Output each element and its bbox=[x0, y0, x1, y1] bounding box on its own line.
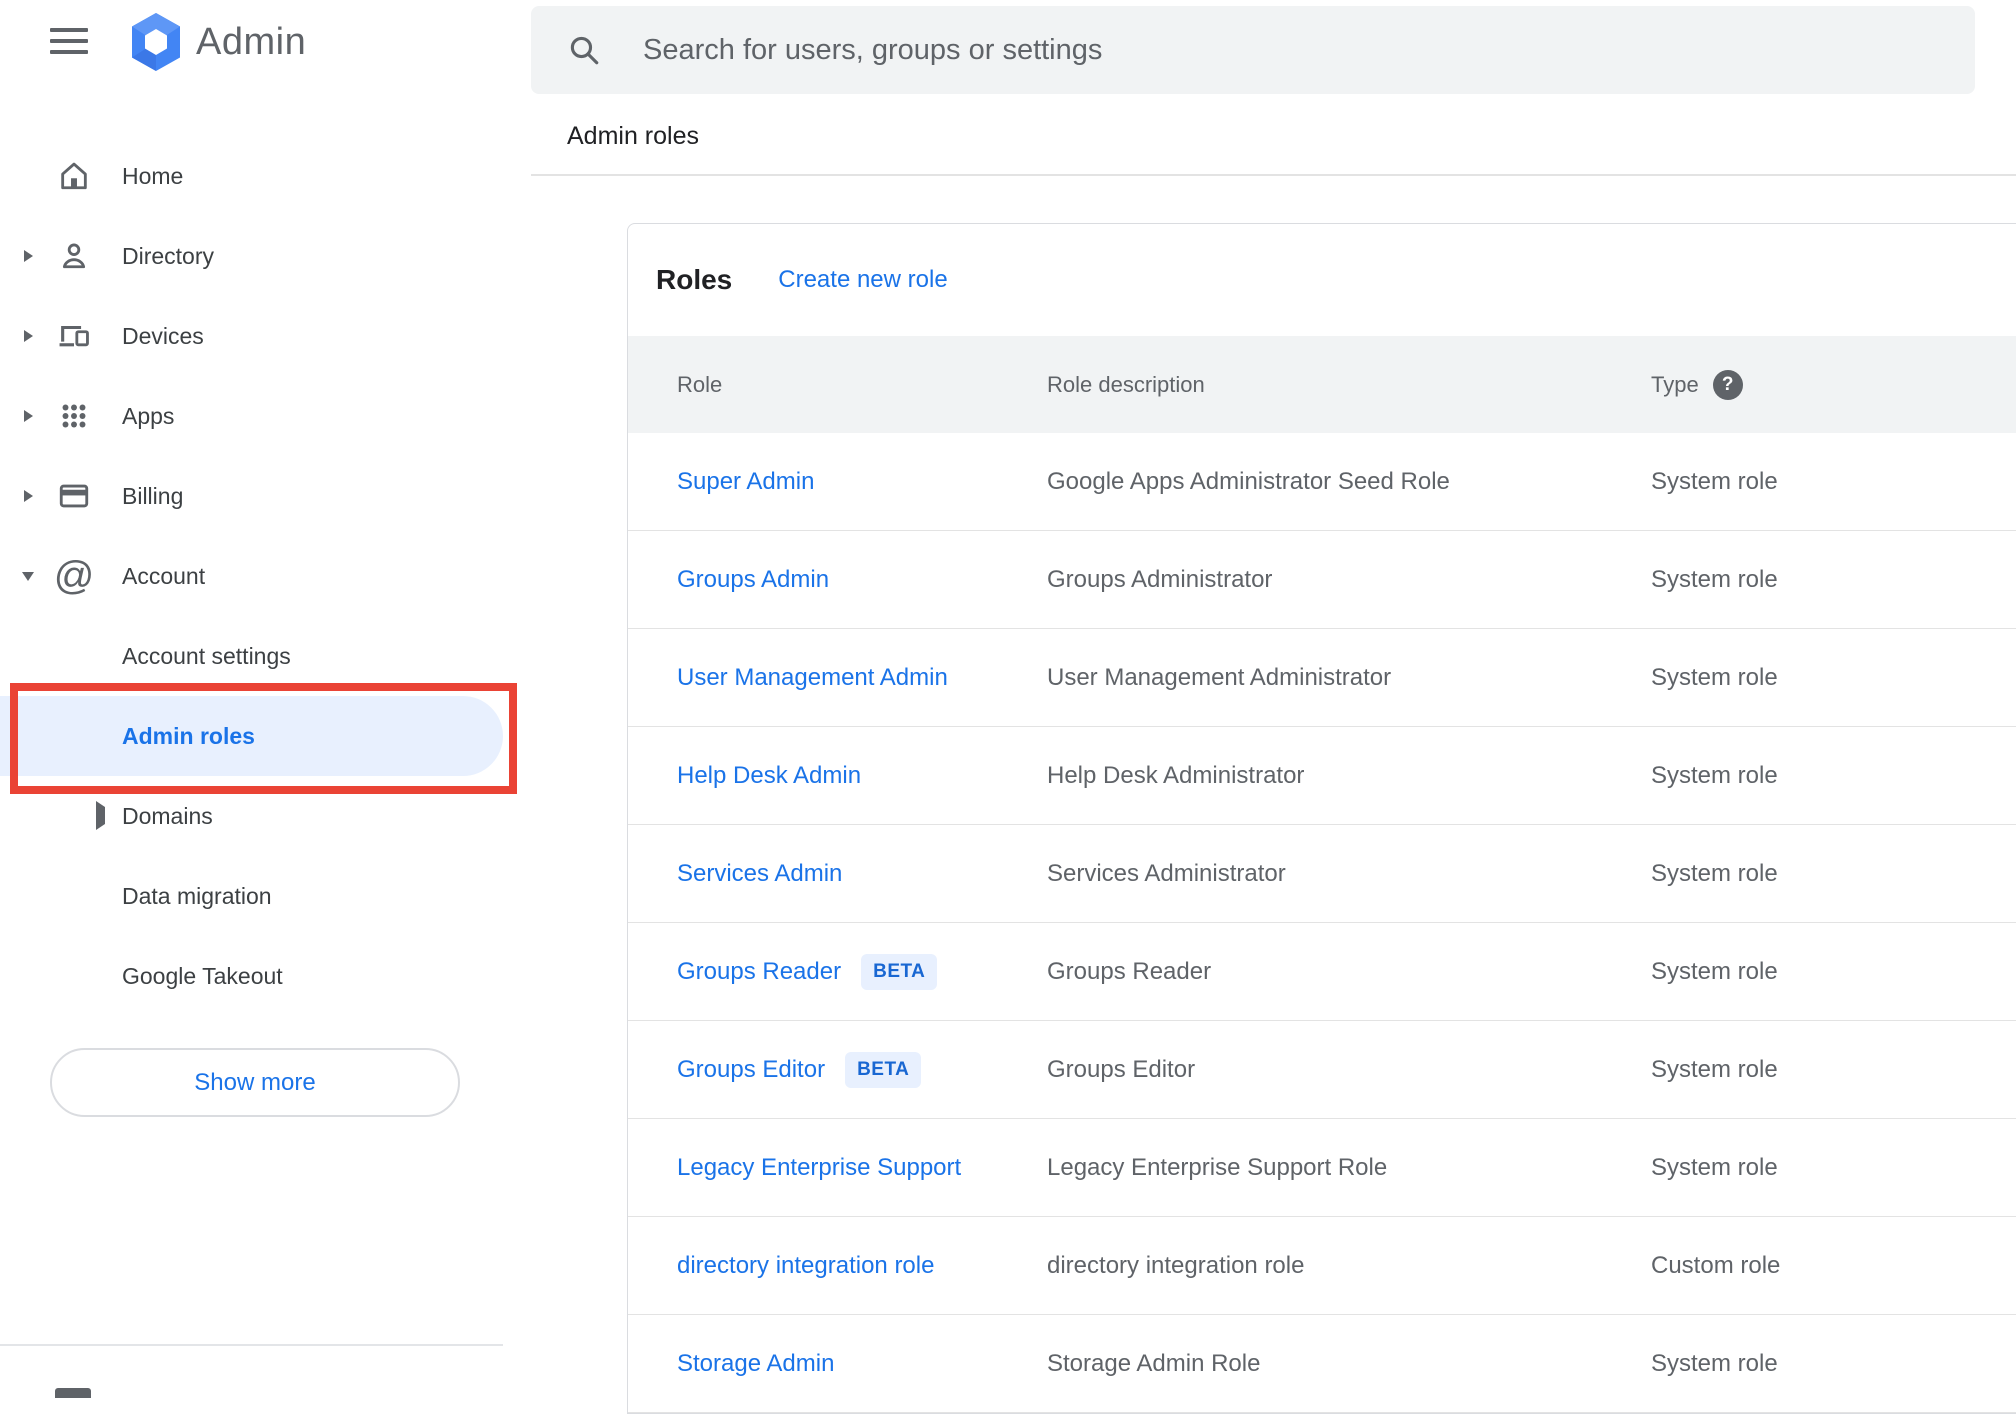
role-type: System role bbox=[1651, 663, 1778, 691]
breadcrumb: Admin roles bbox=[567, 122, 699, 150]
beta-badge: BETA bbox=[845, 1051, 922, 1088]
sidebar-item-label: Account settings bbox=[122, 642, 291, 669]
table-row: User Management Admin User Management Ad… bbox=[628, 629, 2016, 727]
chevron-right-icon[interactable] bbox=[16, 250, 40, 262]
sidebar-nav: Home Directory Devices Apps Billing @ Ac… bbox=[0, 136, 531, 1016]
sidebar-item-label: Admin roles bbox=[122, 722, 255, 749]
chevron-right-icon[interactable] bbox=[16, 330, 40, 342]
roles-title: Roles bbox=[656, 264, 733, 295]
role-type: System role bbox=[1651, 467, 1778, 495]
role-type: System role bbox=[1651, 859, 1778, 887]
sidebar-divider bbox=[0, 1344, 503, 1346]
sidebar-item-apps[interactable]: Apps bbox=[0, 376, 503, 456]
role-link[interactable]: Legacy Enterprise Support bbox=[677, 1154, 961, 1182]
credit-card-icon bbox=[54, 476, 94, 516]
sidebar-item-directory[interactable]: Directory bbox=[0, 216, 503, 296]
column-header-role: Role bbox=[677, 371, 723, 397]
role-link[interactable]: Groups Admin bbox=[677, 566, 829, 594]
table-row: Storage Admin Storage Admin Role System … bbox=[628, 1315, 2016, 1413]
sidebar-item-label: Google Takeout bbox=[122, 962, 283, 989]
sidebar-item-domains[interactable]: Domains bbox=[0, 776, 503, 856]
sidebar-item-account[interactable]: @ Account bbox=[0, 536, 503, 616]
roles-card: Roles Create new role Role Role descript… bbox=[627, 223, 2016, 1414]
role-description: Storage Admin Role bbox=[1047, 1349, 1261, 1377]
sidebar-item-label: Devices bbox=[122, 322, 204, 349]
logo-product-name: Admin bbox=[196, 20, 307, 63]
role-link[interactable]: Groups Editor bbox=[677, 1056, 825, 1084]
role-description: Google Apps Administrator Seed Role bbox=[1047, 467, 1450, 495]
at-sign-icon: @ bbox=[53, 554, 95, 598]
role-link[interactable]: Super Admin bbox=[677, 468, 814, 496]
search-bar[interactable] bbox=[531, 6, 1975, 94]
admin-logo: Admin bbox=[128, 12, 306, 72]
show-more-button[interactable]: Show more bbox=[50, 1048, 460, 1117]
table-row: Services Admin Services Administrator Sy… bbox=[628, 825, 2016, 923]
role-link[interactable]: Groups Reader bbox=[677, 958, 841, 986]
chevron-right-icon[interactable] bbox=[16, 410, 40, 422]
table-row: Super Admin Google Apps Administrator Se… bbox=[628, 433, 2016, 531]
role-link[interactable]: directory integration role bbox=[677, 1252, 934, 1280]
role-type: Custom role bbox=[1651, 1251, 1781, 1279]
admin-logo-icon bbox=[132, 13, 180, 71]
role-type: System role bbox=[1651, 1055, 1778, 1083]
home-icon bbox=[54, 156, 94, 196]
sidebar-item-label: Apps bbox=[122, 402, 175, 429]
table-row: Groups Editor BETA Groups Editor System r… bbox=[628, 1021, 2016, 1119]
devices-icon bbox=[54, 316, 94, 356]
sidebar-item-label: Domains bbox=[122, 802, 213, 829]
hamburger-menu-icon[interactable] bbox=[50, 28, 88, 54]
chevron-right-icon[interactable] bbox=[16, 490, 40, 502]
sidebar-item-google-takeout[interactable]: Google Takeout bbox=[0, 936, 503, 1016]
role-description: directory integration role bbox=[1047, 1251, 1305, 1279]
role-type: System role bbox=[1651, 1153, 1778, 1181]
sidebar-item-label: Billing bbox=[122, 482, 184, 509]
sidebar-item-billing[interactable]: Billing bbox=[0, 456, 503, 536]
sidebar-item-admin-roles[interactable]: Admin roles bbox=[0, 696, 503, 776]
table-row: directory integration role directory int… bbox=[628, 1217, 2016, 1315]
table-row: Groups Admin Groups Administrator System… bbox=[628, 531, 2016, 629]
role-type: System role bbox=[1651, 1349, 1778, 1377]
role-description: Legacy Enterprise Support Role bbox=[1047, 1153, 1388, 1181]
table-row: Groups Reader BETA Groups Reader System r… bbox=[628, 923, 2016, 1021]
truncated-sidebar-icon bbox=[55, 1388, 91, 1398]
search-input[interactable] bbox=[643, 33, 1843, 67]
roles-card-header: Roles Create new role bbox=[628, 224, 2016, 336]
role-link[interactable]: Storage Admin bbox=[677, 1350, 834, 1378]
role-link[interactable]: Services Admin bbox=[677, 860, 842, 888]
role-description: Groups Administrator bbox=[1047, 565, 1273, 593]
table-row: Help Desk Admin Help Desk Administrator … bbox=[628, 727, 2016, 825]
sidebar-item-account-settings[interactable]: Account settings bbox=[0, 616, 503, 696]
table-row: Legacy Enterprise Support Legacy Enterpr… bbox=[628, 1119, 2016, 1217]
sidebar-item-label: Account bbox=[122, 562, 206, 589]
column-header-type: Type bbox=[1651, 371, 1699, 397]
help-icon[interactable]: ? bbox=[1712, 369, 1743, 400]
role-description: Services Administrator bbox=[1047, 859, 1286, 887]
sidebar-item-home[interactable]: Home bbox=[0, 136, 503, 216]
role-link[interactable]: Help Desk Admin bbox=[677, 762, 861, 790]
column-header-role-description: Role description bbox=[1047, 371, 1205, 397]
beta-badge: BETA bbox=[861, 953, 938, 990]
role-description: Groups Editor bbox=[1047, 1055, 1196, 1083]
table-header-row: Role Role description Type ? bbox=[628, 336, 2016, 433]
chevron-right-icon[interactable] bbox=[96, 801, 105, 830]
role-description: Help Desk Administrator bbox=[1047, 761, 1305, 789]
sidebar-item-label: Directory bbox=[122, 242, 215, 269]
role-type: System role bbox=[1651, 957, 1778, 985]
apps-grid-icon bbox=[54, 396, 94, 436]
sidebar-item-label: Home bbox=[122, 162, 184, 189]
create-new-role-link[interactable]: Create new role bbox=[778, 266, 947, 294]
header-divider bbox=[531, 174, 2016, 176]
sidebar-item-label: Data migration bbox=[122, 882, 272, 909]
person-icon bbox=[54, 236, 94, 276]
sidebar-item-devices[interactable]: Devices bbox=[0, 296, 503, 376]
role-type: System role bbox=[1651, 565, 1778, 593]
role-description: User Management Administrator bbox=[1047, 663, 1392, 691]
role-type: System role bbox=[1651, 761, 1778, 789]
sidebar-item-data-migration[interactable]: Data migration bbox=[0, 856, 503, 936]
role-link[interactable]: User Management Admin bbox=[677, 664, 948, 692]
search-icon bbox=[570, 36, 599, 65]
role-description: Groups Reader bbox=[1047, 957, 1212, 985]
chevron-down-icon[interactable] bbox=[16, 571, 40, 581]
